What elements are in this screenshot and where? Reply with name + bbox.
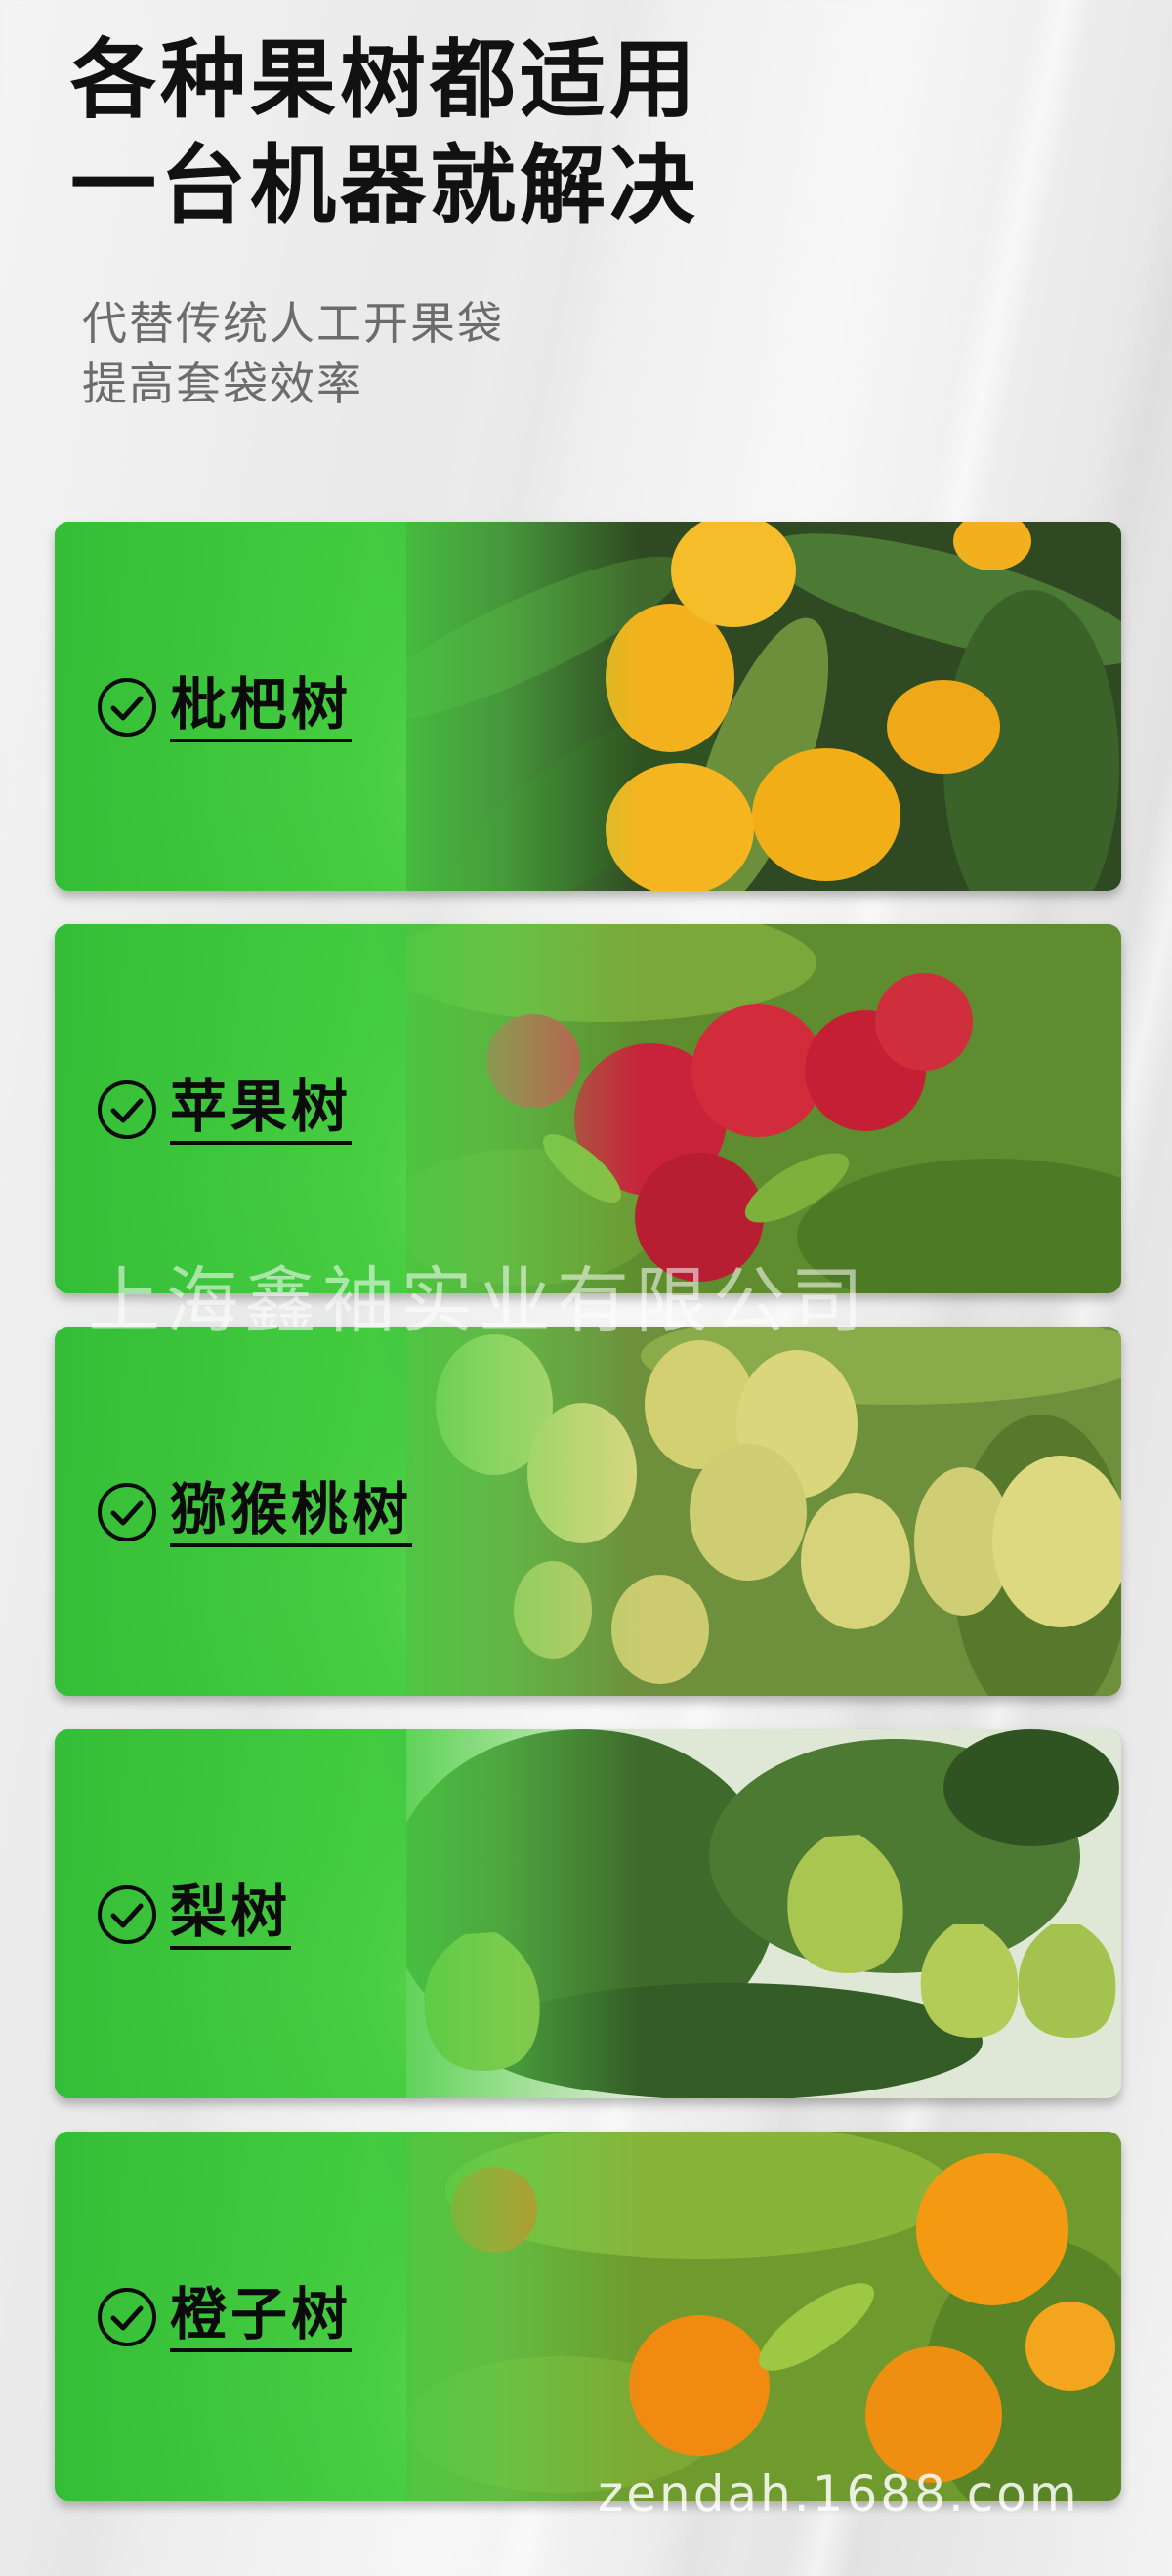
- card-label: 苹果树: [96, 1071, 353, 1149]
- subtitle-line-1: 代替传统人工开果袋: [82, 297, 504, 350]
- page-headline: 各种果树都适用 一台机器就解决: [70, 27, 699, 238]
- card-label-text: 梨树: [170, 1879, 292, 1950]
- page-subtitle: 代替传统人工开果袋 提高套袋效率: [82, 293, 504, 414]
- fruit-card-orange: 橙子树: [55, 2132, 1121, 2501]
- card-label: 梨树: [96, 1876, 292, 1954]
- check-circle-icon: [98, 678, 156, 737]
- check-circle-icon: [98, 1483, 156, 1541]
- subtitle-line-2: 提高套袋效率: [82, 358, 363, 410]
- card-label-text: 猕猴桃树: [170, 1477, 413, 1547]
- card-label: 枇杷树: [96, 668, 353, 746]
- fruit-card-apple: 苹果树: [55, 924, 1121, 1293]
- card-label: 橙子树: [96, 2278, 353, 2356]
- fruit-card-pear: 梨树: [55, 1729, 1121, 2098]
- headline-line-1: 各种果树都适用: [70, 29, 700, 130]
- card-label: 猕猴桃树: [96, 1473, 413, 1551]
- card-label-text: 橙子树: [170, 2282, 353, 2352]
- check-circle-icon: [98, 2288, 156, 2346]
- fruit-card-kiwi: 猕猴桃树: [55, 1327, 1121, 1696]
- company-watermark: 上海鑫袖实业有限公司: [88, 1259, 869, 1343]
- headline-line-2: 一台机器就解决: [70, 135, 700, 235]
- card-label-text: 枇杷树: [170, 672, 353, 742]
- site-watermark: zendah.1688.com: [598, 2466, 1080, 2522]
- card-label-text: 苹果树: [170, 1075, 353, 1145]
- fruit-card-loquat: 枇杷树: [55, 522, 1121, 891]
- check-circle-icon: [98, 1080, 156, 1139]
- check-circle-icon: [98, 1885, 156, 1944]
